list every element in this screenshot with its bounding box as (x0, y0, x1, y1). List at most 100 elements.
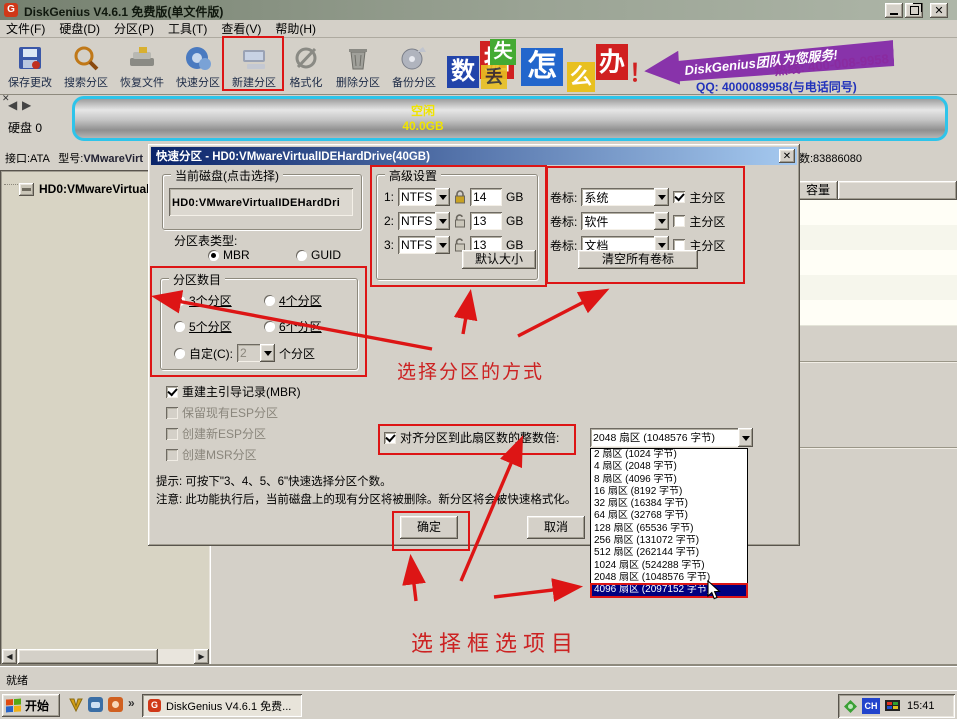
quicklaunch-icon-3[interactable] (108, 697, 123, 712)
disk-sectors: 数:83886080 (799, 150, 862, 166)
radio-4-partitions[interactable]: 4个分区 (264, 292, 322, 309)
toolbar-new-partition-button[interactable]: 新建分区 (226, 40, 282, 92)
radio-4-icon (264, 295, 275, 306)
radio-6-icon (264, 321, 275, 332)
size-field-1[interactable]: 14 (470, 188, 502, 206)
minimize-icon (890, 13, 898, 15)
size-field-2[interactable]: 13 (470, 212, 502, 230)
toolbar-format-button[interactable]: 格式化 (282, 40, 330, 92)
dropdown-arrow-icon (435, 188, 450, 206)
dropdown-option[interactable]: 4 扇区 (2048 字节) (591, 461, 747, 473)
fs-select-2[interactable]: NTFS (398, 212, 450, 230)
scroll-thumb[interactable] (18, 649, 158, 664)
menu-disk[interactable]: 硬盘(D) (59, 20, 100, 37)
capacity-column-header[interactable]: 容量 (798, 181, 838, 200)
table-row[interactable] (798, 200, 957, 226)
align-checkbox-row[interactable]: 对齐分区到此扇区数的整数倍: (384, 429, 559, 446)
tree-item-hd0[interactable]: HD0:VMwareVirtual (39, 182, 149, 196)
toolbar-backup-button[interactable]: 备份分区 (386, 40, 442, 92)
menu-file[interactable]: 文件(F) (6, 20, 45, 37)
clear-labels-button[interactable]: 清空所有卷标 (578, 250, 698, 269)
align-sector-select[interactable]: 2048 扇区 (1048576 字节) (590, 428, 753, 447)
quicklaunch-more-icon[interactable]: » (128, 696, 135, 710)
ok-button[interactable]: 确定 (400, 516, 458, 539)
fs-select-1[interactable]: NTFS (398, 188, 450, 206)
toolbar-search-button[interactable]: 搜索分区 (58, 40, 114, 92)
clock[interactable]: 15:41 (907, 700, 935, 712)
dropdown-option[interactable]: 128 扇区 (65536 字节) (591, 523, 747, 535)
radio-6-partitions[interactable]: 6个分区 (264, 318, 322, 335)
dropdown-arrow-icon (435, 236, 450, 254)
close-button[interactable]: ✕ (930, 3, 948, 18)
dropdown-option[interactable]: 256 扇区 (131072 字节) (591, 535, 747, 547)
cancel-button[interactable]: 取消 (527, 516, 585, 539)
menu-partition[interactable]: 分区(P) (114, 20, 154, 37)
scroll-left-button[interactable]: ◀ (2, 649, 17, 664)
ad-banner[interactable]: 数 据 丢 失 怎 么 办 ！ DiskGenius团队为您服务! 热线: 40… (444, 38, 894, 94)
quicklaunch-icon-1[interactable] (68, 697, 84, 713)
dropdown-option[interactable]: 32 扇区 (16384 字节) (591, 498, 747, 510)
toolbar-recover-button[interactable]: 恢复文件 (114, 40, 170, 92)
disk-space-bar[interactable]: 空闲 40.0GB (72, 96, 948, 141)
dropdown-option[interactable]: 8 扇区 (4096 字节) (591, 474, 747, 486)
volume-select-2[interactable]: 软件 (581, 212, 669, 230)
dropdown-option[interactable]: 512 扇区 (262144 字节) (591, 547, 747, 559)
checkbox-keep-esp: 保留现有ESP分区 (166, 404, 278, 421)
app-titlebar: G DiskGenius V4.6.1 免费版(单文件版) ✕ (0, 0, 957, 20)
ime-indicator[interactable]: CH (862, 698, 880, 714)
menu-view[interactable]: 查看(V) (221, 20, 261, 37)
dialog-close-button[interactable]: ✕ (779, 149, 795, 163)
scroll-right-button[interactable]: ▶ (194, 649, 209, 664)
radio-mbr[interactable]: MBR (208, 248, 250, 262)
table-row[interactable] (798, 250, 957, 276)
lock-open-icon[interactable] (454, 214, 466, 228)
menubar: 文件(F) 硬盘(D) 分区(P) 工具(T) 查看(V) 帮助(H) (0, 20, 957, 38)
radio-guid[interactable]: GUID (296, 248, 341, 262)
dropdown-option[interactable]: 64 扇区 (32768 字节) (591, 510, 747, 522)
ad-tile: 办 (596, 44, 628, 80)
app-icon: G (4, 3, 18, 17)
menu-help[interactable]: 帮助(H) (275, 20, 316, 37)
ad-tile: 么 (567, 62, 595, 92)
toolbar-save-button[interactable]: 保存更改 (2, 40, 58, 92)
tree-h-scrollbar[interactable]: ◀ ▶ (2, 649, 209, 664)
primary-checkbox-2[interactable] (673, 215, 685, 227)
align-label: 对齐分区到此扇区数的整数倍: (400, 429, 559, 446)
toolbar-quick-partition-button[interactable]: 快速分区 (170, 40, 226, 92)
toolbar-delete-button[interactable]: 删除分区 (330, 40, 386, 92)
table-row[interactable] (798, 225, 957, 251)
table-row[interactable] (798, 300, 957, 326)
dropdown-option[interactable]: 2 扇区 (1024 字节) (591, 449, 747, 461)
restore-button[interactable] (905, 3, 923, 18)
custom-count-select[interactable]: 2 (237, 344, 275, 362)
fs-select-3[interactable]: NTFS (398, 236, 450, 254)
start-button[interactable]: 开始 (2, 694, 60, 717)
minimize-button[interactable] (885, 3, 903, 18)
radio-custom-count[interactable]: 自定(C): 2 个分区 (174, 344, 315, 362)
current-disk-value[interactable]: HD0:VMwareVirtualIDEHardDri (169, 188, 353, 216)
dropdown-option[interactable]: 16 扇区 (8192 字节) (591, 486, 747, 498)
unit-label: GB (506, 214, 523, 228)
disk-node-icon[interactable] (19, 183, 34, 196)
radio-3-partitions[interactable]: 3个分区 (174, 292, 232, 309)
nav-right-icon[interactable]: ▶ (22, 98, 31, 112)
table-row[interactable] (798, 275, 957, 301)
dropdown-option[interactable]: 1024 扇区 (524288 字节) (591, 560, 747, 572)
dropdown-option[interactable]: 2048 扇区 (1048576 字节) (591, 572, 747, 584)
default-size-button[interactable]: 默认大小 (462, 250, 536, 269)
disk-tab-label[interactable]: 硬盘 0 (8, 119, 42, 136)
lock-closed-icon[interactable] (454, 190, 466, 204)
radio-5-partitions[interactable]: 5个分区 (174, 318, 232, 335)
task-button-diskgenius[interactable]: G DiskGenius V4.6.1 免费... (142, 694, 302, 717)
nav-left-icon[interactable]: ◀ (8, 98, 17, 112)
dropdown-arrow-icon (260, 344, 275, 362)
dialog-titlebar[interactable]: 快速分区 - HD0:VMwareVirtualIDEHardDrive(40G… (151, 147, 797, 165)
primary-checkbox-1[interactable] (673, 191, 685, 203)
menu-tools[interactable]: 工具(T) (168, 20, 207, 37)
dropdown-option-selected[interactable]: 4096 扇区 (2097152 字节) (591, 584, 747, 596)
tray-green-icon[interactable] (844, 700, 857, 713)
volume-select-1[interactable]: 系统 (581, 188, 669, 206)
tray-display-icon[interactable] (885, 700, 900, 713)
quicklaunch-icon-2[interactable] (88, 697, 103, 712)
checkbox-rebuild-mbr[interactable]: 重建主引导记录(MBR) (166, 383, 301, 400)
